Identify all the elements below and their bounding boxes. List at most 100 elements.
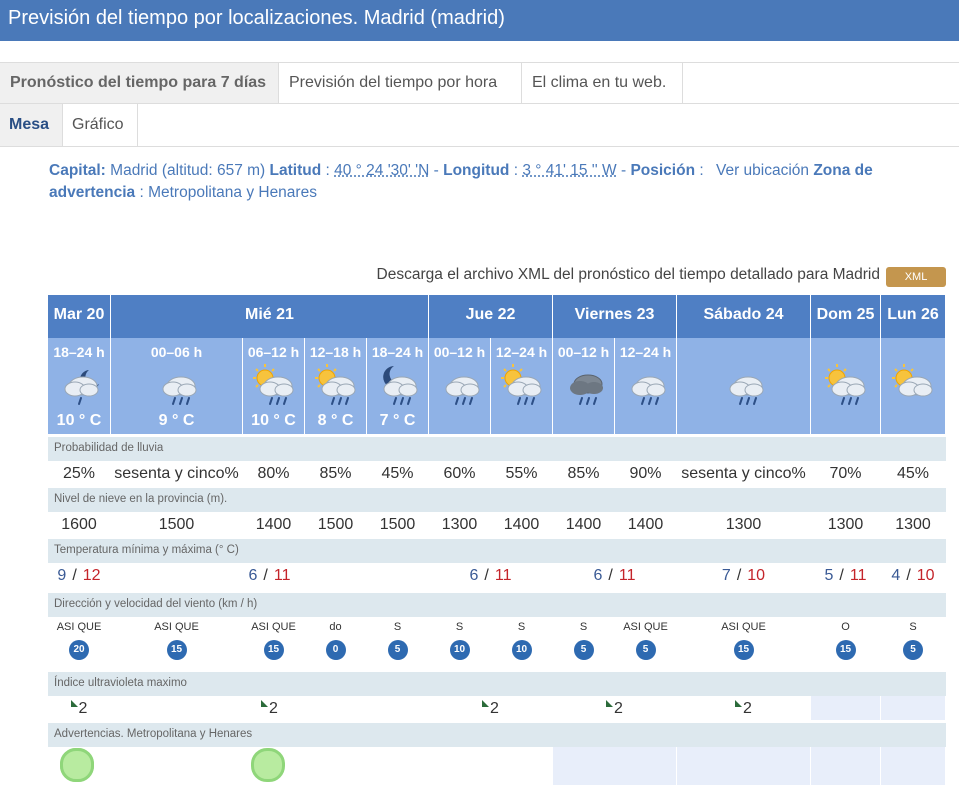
section-title: Advertencias. Metropolitana y Henares xyxy=(54,728,253,740)
forecast-period: 00–06 h 9 ° C xyxy=(111,338,242,434)
snow-value: 1400 xyxy=(565,516,602,533)
uv-value: 2 xyxy=(743,700,752,717)
uv-index: 2 xyxy=(553,696,676,720)
rain-value: 55% xyxy=(505,465,538,482)
uv-flag-icon xyxy=(261,700,269,707)
min-max-temperature: 9 / 12 xyxy=(48,563,110,588)
rain-probability: 45% xyxy=(881,461,945,486)
period-label: 00–12 h xyxy=(557,344,610,360)
wind-direction: ASI QUE xyxy=(56,621,102,633)
snow-value: 1400 xyxy=(255,516,292,533)
max-temperature: 11 xyxy=(618,567,636,584)
section-header: Probabilidad de lluvia xyxy=(48,437,946,461)
wind-direction: S xyxy=(455,621,464,633)
wind-direction: S xyxy=(517,621,526,633)
forecast-period: 12–24 h xyxy=(615,338,676,434)
snow-value: 1300 xyxy=(441,516,478,533)
forecast-period: 18–24 h 7 ° C xyxy=(367,338,428,434)
min-temperature: 9 xyxy=(57,567,67,584)
rain-probability: sesenta y cinco% xyxy=(677,461,810,486)
uv-flag-icon xyxy=(482,700,490,707)
forecast-table: Mar 20 Mié 21 Jue 22 Viernes 23 Sábado 24 Dom… xyxy=(0,0,959,792)
wind-direction: do xyxy=(329,621,342,633)
max-temperature: 11 xyxy=(273,567,291,584)
temperature-separator: / xyxy=(839,567,844,584)
day-header: Sábado 24 xyxy=(677,295,810,338)
snow-level: 1600 xyxy=(48,512,110,537)
warning-cell xyxy=(811,747,880,785)
section-title: Probabilidad de lluvia xyxy=(54,442,164,454)
forecast-period: 06–12 h 10 ° C xyxy=(243,338,304,434)
uv-value: 2 xyxy=(490,700,499,717)
snow-value: 1500 xyxy=(379,516,416,533)
warning-cell xyxy=(111,747,428,785)
wind-direction: S xyxy=(909,621,917,633)
max-temperature: 12 xyxy=(82,567,101,584)
snow-value: 1500 xyxy=(158,516,195,533)
period-temperature: 7 ° C xyxy=(379,412,416,429)
wind-cell: S 10 xyxy=(429,617,490,667)
wind-cell: ASI QUE 15 xyxy=(677,617,810,667)
temperature-separator: / xyxy=(906,567,911,584)
wind-cell: O 15 xyxy=(811,617,880,667)
wind-cell: S5 xyxy=(367,617,428,667)
uv-index: 2 xyxy=(111,696,428,720)
wind-speed-badge: 5 xyxy=(387,640,408,660)
rain-probability: 80% xyxy=(243,461,304,486)
rain-probability: 60% xyxy=(429,461,490,486)
forecast-period: 00–12 h xyxy=(429,338,490,434)
forecast-period xyxy=(881,338,945,434)
wind-direction: ASI QUE xyxy=(251,621,296,633)
rain-probability: 90% xyxy=(615,461,676,486)
wind-speed-badge: 5 xyxy=(903,640,923,660)
temperature-separator: / xyxy=(72,567,77,584)
snow-value: 1400 xyxy=(627,516,664,533)
warning-cell xyxy=(677,747,810,785)
wind-direction: ASI QUE xyxy=(154,621,199,633)
wind-speed-badge: 20 xyxy=(69,640,89,660)
day-label: Jue 22 xyxy=(465,306,516,323)
wind-cell: ASI QUE 20 xyxy=(48,617,110,667)
warning-cell xyxy=(553,747,676,785)
snow-level: 1500 xyxy=(305,512,366,537)
rain-probability: 85% xyxy=(305,461,366,486)
uv-index: 2 xyxy=(677,696,810,720)
rain-value: 80% xyxy=(257,465,290,482)
period-label: 18–24 h xyxy=(53,344,105,360)
section-header: Temperatura mínima y máxima (° C) xyxy=(48,539,946,563)
day-label: Lun 26 xyxy=(887,306,939,323)
uv-index: 2 xyxy=(429,696,552,720)
section-header: Dirección y velocidad del viento (km / h… xyxy=(48,593,946,617)
wind-speed-badge: 15 xyxy=(263,640,284,660)
forecast-period: 12–18 h 8 ° C xyxy=(305,338,366,434)
wind-speed-badge: 0 xyxy=(325,640,346,660)
min-max-temperature: 7 / 10 xyxy=(677,563,810,588)
rain-probability: 85% xyxy=(553,461,614,486)
max-temperature: 10 xyxy=(747,567,766,584)
warning-cell xyxy=(881,747,945,785)
max-temperature: 11 xyxy=(494,567,512,584)
warning-level-icon xyxy=(60,748,94,782)
forecast-period xyxy=(811,338,880,434)
min-temperature: 4 xyxy=(891,567,901,584)
wind-speed-badge: 15 xyxy=(166,640,187,660)
wind-speed-badge: 5 xyxy=(635,640,656,660)
section-header: Advertencias. Metropolitana y Henares xyxy=(48,723,946,747)
day-label: Mié 21 xyxy=(245,306,294,323)
day-header: Lun 26 xyxy=(881,295,945,338)
snow-value: 1400 xyxy=(503,516,540,533)
section-header: Nivel de nieve en la provincia (m). xyxy=(48,488,946,512)
rain-probability: 70% xyxy=(811,461,880,486)
period-label: 00–12 h xyxy=(433,344,486,360)
wind-cell: S5 xyxy=(553,617,614,667)
uv-flag-icon xyxy=(735,700,743,707)
rain-probability: 45% xyxy=(367,461,428,486)
uv-flag-icon xyxy=(70,700,78,707)
period-temperature: 9 ° C xyxy=(158,412,195,429)
snow-value: 1500 xyxy=(317,516,354,533)
period-label: 12–24 h xyxy=(495,344,548,360)
section-title: Índice ultravioleta maximo xyxy=(54,677,187,689)
section-title: Dirección y velocidad del viento (km / h… xyxy=(54,598,258,610)
snow-level: 1500 xyxy=(111,512,242,537)
rain-value: 90% xyxy=(629,465,662,482)
